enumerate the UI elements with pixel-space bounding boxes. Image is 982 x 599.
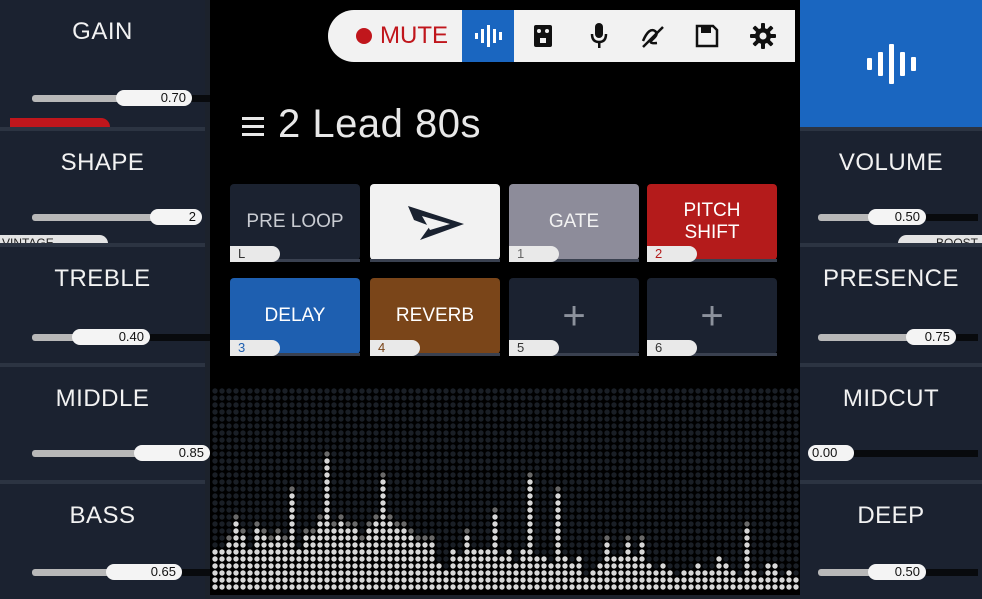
amp-block[interactable] bbox=[370, 184, 500, 262]
block-slot-number: 3 bbox=[230, 340, 280, 356]
left-knob-panel: GAIN 0.70 SHAPE 2 VINTAGE TREBLE 0.40 MI… bbox=[0, 0, 220, 599]
tuner-button[interactable] bbox=[630, 10, 676, 62]
block-label: DELAY bbox=[264, 305, 326, 326]
volume-slider[interactable]: 0.50 bbox=[818, 209, 978, 225]
mute-label: MUTE bbox=[380, 22, 448, 49]
treble-label: TREBLE bbox=[54, 265, 151, 292]
gain-control[interactable]: GAIN 0.70 bbox=[0, 0, 220, 136]
empty-slot-6[interactable]: +6 bbox=[647, 278, 777, 356]
block-slot-number: 6 bbox=[647, 340, 697, 356]
gain-value: 0.70 bbox=[116, 90, 192, 106]
right-knob-panel: VOLUME 0.50 BOOST PRESENCE 0.75 MIDCUT 0… bbox=[800, 0, 982, 599]
bass-control[interactable]: BASS 0.65 bbox=[0, 480, 220, 599]
deep-label: DEEP bbox=[857, 502, 925, 529]
midcut-label: MIDCUT bbox=[842, 385, 940, 412]
gate-block[interactable]: GATE 1 bbox=[509, 184, 639, 262]
block-label: PITCH SHIFT bbox=[683, 200, 741, 243]
volume-label: VOLUME bbox=[838, 149, 944, 176]
block-label: PRE LOOP bbox=[246, 211, 344, 232]
add-icon: + bbox=[562, 294, 586, 338]
block-slot-number: L bbox=[230, 246, 280, 262]
presence-label: PRESENCE bbox=[822, 265, 960, 292]
levels-view-button[interactable] bbox=[800, 0, 982, 127]
gain-slider[interactable]: 0.70 bbox=[32, 90, 220, 106]
pre-loop-block[interactable]: PRE LOOP L bbox=[230, 184, 360, 262]
shape-label: SHAPE bbox=[60, 149, 145, 176]
bass-slider[interactable]: 0.65 bbox=[32, 564, 220, 580]
gear-icon bbox=[750, 23, 776, 49]
treble-slider[interactable]: 0.40 bbox=[32, 329, 220, 345]
deep-value: 0.50 bbox=[868, 564, 926, 580]
midcut-control[interactable]: MIDCUT 0.00 bbox=[800, 363, 982, 484]
add-icon: + bbox=[700, 294, 724, 338]
block-slot-number: 4 bbox=[370, 340, 420, 356]
pedal-icon bbox=[534, 25, 552, 47]
deep-slider[interactable]: 0.50 bbox=[818, 564, 978, 580]
block-slot-number: 2 bbox=[647, 246, 697, 262]
top-toolbar: MUTE bbox=[328, 10, 795, 62]
pitch-shift-block[interactable]: PITCH SHIFT 2 bbox=[647, 184, 777, 262]
bass-label: BASS bbox=[69, 502, 136, 529]
middle-label: MIDDLE bbox=[55, 385, 150, 412]
shape-slider[interactable]: 2 bbox=[32, 209, 204, 225]
mute-button[interactable]: MUTE bbox=[342, 10, 462, 62]
settings-button[interactable] bbox=[740, 10, 786, 62]
amp-logo-icon bbox=[408, 206, 464, 240]
bass-value: 0.65 bbox=[106, 564, 182, 580]
volume-control[interactable]: VOLUME 0.50 BOOST bbox=[800, 127, 982, 252]
shape-value: 2 bbox=[150, 209, 202, 225]
presence-slider[interactable]: 0.75 bbox=[818, 329, 978, 345]
levels-tab-button[interactable] bbox=[462, 10, 514, 62]
preset-name: 2 Lead 80s bbox=[278, 102, 481, 146]
pedal-button[interactable] bbox=[520, 10, 566, 62]
levels-icon bbox=[867, 43, 916, 84]
levels-icon bbox=[475, 25, 502, 47]
middle-value: 0.85 bbox=[134, 445, 210, 461]
volume-value: 0.50 bbox=[868, 209, 926, 225]
midcut-slider[interactable]: 0.00 bbox=[808, 445, 978, 461]
delay-block[interactable]: DELAY 3 bbox=[230, 278, 360, 356]
preset-title[interactable]: 2 Lead 80s bbox=[242, 102, 481, 147]
microphone-button[interactable] bbox=[576, 10, 622, 62]
midcut-value: 0.00 bbox=[808, 445, 854, 461]
microphone-icon bbox=[590, 23, 608, 48]
tuner-icon bbox=[641, 26, 664, 48]
menu-icon[interactable] bbox=[242, 112, 264, 141]
deep-control[interactable]: DEEP 0.50 bbox=[800, 480, 982, 599]
treble-value: 0.40 bbox=[72, 329, 150, 345]
spectrum-visualizer bbox=[212, 388, 799, 590]
reverb-block[interactable]: REVERB 4 bbox=[370, 278, 500, 356]
treble-control[interactable]: TREBLE 0.40 bbox=[0, 243, 220, 367]
record-dot-icon bbox=[356, 28, 372, 44]
block-label: GATE bbox=[548, 211, 600, 232]
save-button[interactable] bbox=[684, 10, 730, 62]
middle-slider[interactable]: 0.85 bbox=[32, 445, 220, 461]
block-slot-number: 5 bbox=[509, 340, 559, 356]
gain-label: GAIN bbox=[72, 18, 133, 45]
empty-slot-5[interactable]: +5 bbox=[509, 278, 639, 356]
save-icon bbox=[695, 24, 719, 48]
block-underline bbox=[370, 259, 500, 262]
presence-value: 0.75 bbox=[906, 329, 956, 345]
middle-control[interactable]: MIDDLE 0.85 bbox=[0, 363, 220, 484]
block-label: REVERB bbox=[395, 305, 475, 326]
block-slot-number: 1 bbox=[509, 246, 559, 262]
shape-control[interactable]: SHAPE 2 VINTAGE bbox=[0, 127, 205, 252]
presence-control[interactable]: PRESENCE 0.75 bbox=[800, 243, 982, 367]
